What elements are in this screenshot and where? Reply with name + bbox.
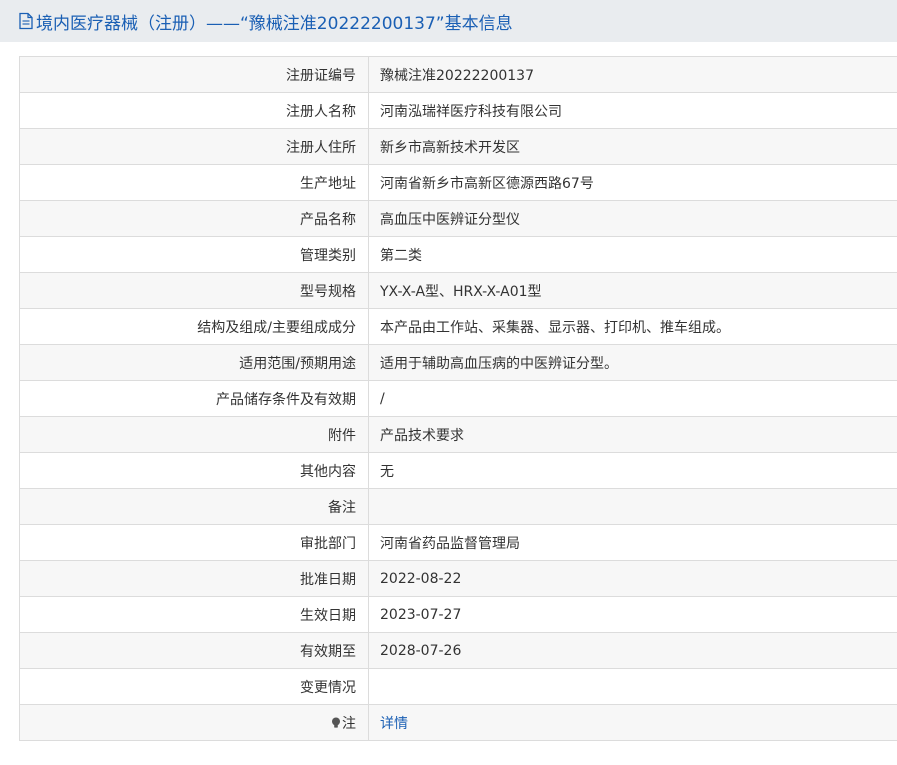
- table-row: 审批部门 河南省药品监督管理局: [19, 524, 897, 561]
- table-row: 注册人住所 新乡市高新技术开发区: [19, 128, 897, 165]
- field-label: 注册人名称: [19, 92, 369, 129]
- table-row: 备注: [19, 488, 897, 525]
- info-table-container: 注册证编号 豫械注准20222200137 注册人名称 河南泓瑞祥医疗科技有限公司 注册…: [19, 56, 897, 741]
- table-row: 其他内容无: [19, 452, 897, 489]
- page-title: 境内医疗器械（注册）——“豫械注准20222200137”基本信息: [36, 13, 513, 34]
- field-label: 型号规格: [19, 272, 369, 309]
- field-label: 生产地址: [19, 164, 369, 201]
- table-row-note: 注 详情: [19, 704, 897, 741]
- table-row: 生效日期 2023-07-27: [19, 596, 897, 633]
- field-value: 2023-07-27: [368, 596, 897, 633]
- note-label-cell: 注: [19, 704, 369, 741]
- table-row: 批准日期 2022-08-22: [19, 560, 897, 597]
- table-row: 注册人名称 河南泓瑞祥医疗科技有限公司: [19, 92, 897, 129]
- table-row: 适用范围/预期用途 适用于辅助高血压病的中医辨证分型。: [19, 344, 897, 381]
- field-value: 2022-08-22: [368, 560, 897, 597]
- field-value: 2028-07-26: [368, 632, 897, 669]
- field-value: YX-X-A型、HRX-X-A01型: [368, 272, 897, 309]
- note-value-cell: 详情: [368, 704, 897, 741]
- note-label: 注: [342, 715, 356, 732]
- field-label: 产品储存条件及有效期: [19, 380, 369, 417]
- field-value: 豫械注准20222200137: [368, 56, 897, 93]
- lightbulb-icon: [331, 717, 341, 729]
- field-value: 产品技术要求: [368, 416, 897, 453]
- field-label: 备注: [19, 488, 369, 525]
- field-label: 审批部门: [19, 524, 369, 561]
- document-icon: [18, 12, 34, 30]
- field-value: 高血压中医辨证分型仪: [368, 200, 897, 237]
- table-row: 结构及组成/主要组成成分 本产品由工作站、采集器、显示器、打印机、推车组成。: [19, 308, 897, 345]
- field-value: 适用于辅助高血压病的中医辨证分型。: [368, 344, 897, 381]
- table-row: 有效期至 2028-07-26: [19, 632, 897, 669]
- table-row: 管理类别 第二类: [19, 236, 897, 273]
- field-label: 变更情况: [19, 668, 369, 705]
- field-label: 产品名称: [19, 200, 369, 237]
- field-value: [368, 488, 897, 525]
- field-value: 本产品由工作站、采集器、显示器、打印机、推车组成。: [368, 308, 897, 345]
- table-row: 型号规格 YX-X-A型、HRX-X-A01型: [19, 272, 897, 309]
- field-label: 其他内容: [19, 452, 369, 489]
- info-table: 注册证编号 豫械注准20222200137 注册人名称 河南泓瑞祥医疗科技有限公司 注册…: [19, 56, 897, 741]
- field-value: 河南省药品监督管理局: [368, 524, 897, 561]
- field-label: 生效日期: [19, 596, 369, 633]
- field-value: 第二类: [368, 236, 897, 273]
- table-row: 注册证编号 豫械注准20222200137: [19, 56, 897, 93]
- field-label: 管理类别: [19, 236, 369, 273]
- field-label: 注册人住所: [19, 128, 369, 165]
- field-value: 新乡市高新技术开发区: [368, 128, 897, 165]
- field-label: 结构及组成/主要组成成分: [19, 308, 369, 345]
- table-row: 变更情况: [19, 668, 897, 705]
- field-value: 河南省新乡市高新区德源西路67号: [368, 164, 897, 201]
- field-value: [368, 668, 897, 705]
- field-value: 河南泓瑞祥医疗科技有限公司: [368, 92, 897, 129]
- page-header: 境内医疗器械（注册）——“豫械注准20222200137”基本信息: [0, 0, 897, 42]
- details-link[interactable]: 详情: [380, 716, 408, 732]
- table-row: 产品名称 高血压中医辨证分型仪: [19, 200, 897, 237]
- table-row: 附件 产品技术要求: [19, 416, 897, 453]
- field-label: 批准日期: [19, 560, 369, 597]
- field-value: 无: [368, 452, 897, 489]
- field-label: 有效期至: [19, 632, 369, 669]
- field-label: 适用范围/预期用途: [19, 344, 369, 381]
- field-label: 附件: [19, 416, 369, 453]
- table-row: 生产地址 河南省新乡市高新区德源西路67号: [19, 164, 897, 201]
- field-value: /: [368, 380, 897, 417]
- field-label: 注册证编号: [19, 56, 369, 93]
- table-row: 产品储存条件及有效期 /: [19, 380, 897, 417]
